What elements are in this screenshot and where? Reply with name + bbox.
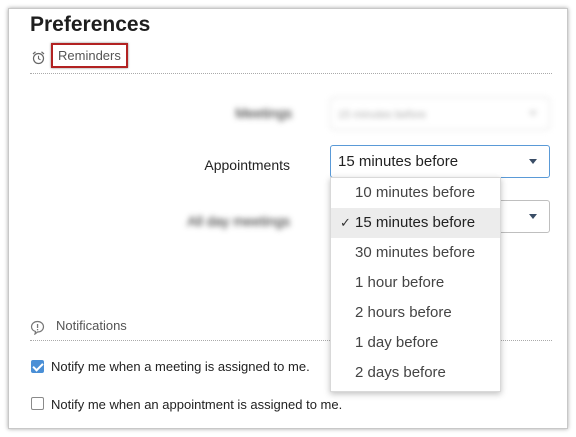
appointments-dropdown-list[interactable]: 10 minutes before ✓ 15 minutes before 30…	[330, 177, 501, 392]
option-label: 30 minutes before	[355, 244, 476, 261]
appointments-select-value: 15 minutes before	[338, 153, 459, 170]
appointment-assigned-checkbox[interactable]	[31, 397, 44, 410]
option-30-minutes[interactable]: 30 minutes before	[331, 238, 500, 268]
reminders-section-label[interactable]: Reminders	[51, 43, 128, 68]
caret-down-icon	[529, 159, 537, 164]
appointments-select[interactable]: 15 minutes before	[330, 145, 550, 178]
appointment-assigned-label: Notify me when an appointment is assigne…	[51, 397, 343, 412]
meeting-assigned-label: Notify me when a meeting is assigned to …	[51, 359, 310, 374]
option-15-minutes[interactable]: ✓ 15 minutes before	[331, 208, 500, 238]
meetings-select-value: 15 minutes before	[338, 109, 427, 121]
notifications-label: Notifications	[56, 318, 127, 333]
reminders-label: Reminders	[58, 48, 121, 63]
option-label: 2 hours before	[355, 304, 452, 321]
option-1-day[interactable]: 1 day before	[331, 328, 500, 358]
appointments-label: Appointments	[204, 157, 290, 173]
page-title: Preferences	[30, 13, 151, 36]
caret-down-icon	[529, 111, 537, 116]
option-2-hours[interactable]: 2 hours before	[331, 298, 500, 328]
checkmark-icon: ✓	[340, 215, 351, 230]
option-2-days[interactable]: 2 days before	[331, 358, 500, 388]
option-label: 15 minutes before	[355, 214, 476, 231]
option-label: 1 hour before	[355, 274, 445, 291]
option-10-minutes[interactable]: 10 minutes before	[331, 178, 500, 208]
option-1-hour[interactable]: 1 hour before	[331, 268, 500, 298]
section-divider	[30, 73, 552, 74]
all-day-label: All day meetings	[187, 213, 290, 229]
option-label: 2 days before	[355, 364, 446, 381]
preferences-panel: Preferences Reminders Meetings 15 minute…	[8, 8, 568, 429]
meetings-select[interactable]: 15 minutes before	[330, 97, 550, 130]
option-label: 1 day before	[355, 334, 439, 351]
option-label: 10 minutes before	[355, 184, 476, 201]
caret-down-icon	[529, 214, 537, 219]
speech-bubble-icon	[30, 320, 45, 340]
alarm-clock-icon	[31, 50, 46, 70]
meeting-assigned-checkbox[interactable]	[31, 360, 44, 373]
meetings-label: Meetings	[235, 105, 292, 121]
